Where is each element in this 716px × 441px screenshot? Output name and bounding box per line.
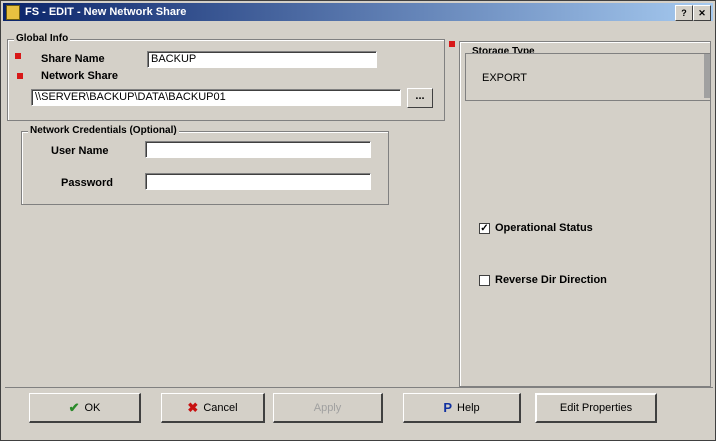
ok-label: OK	[84, 401, 101, 414]
cancel-button[interactable]: ✖ Cancel	[161, 393, 265, 423]
operational-status-checkbox[interactable]: ✓	[479, 223, 490, 234]
reverse-direction-checkbox[interactable]	[479, 275, 490, 286]
scrollbar[interactable]	[704, 54, 710, 98]
help-button[interactable]: P Help	[403, 393, 521, 423]
global-info-title: Global Info	[14, 33, 71, 44]
browse-button[interactable]: ...	[407, 88, 433, 108]
title-bar[interactable]: FS - EDIT - New Network Share ? ✕	[3, 3, 713, 21]
app-icon	[6, 5, 20, 20]
share-name-input[interactable]: BACKUP	[147, 51, 377, 68]
operational-status-label: Operational Status	[495, 222, 593, 234]
cancel-label: Cancel	[203, 401, 238, 414]
window-title: FS - EDIT - New Network Share	[25, 6, 187, 18]
storage-type-item[interactable]: EXPORT	[482, 72, 527, 84]
password-label: Password	[61, 177, 113, 189]
properties-button[interactable]: Edit Properties	[535, 393, 657, 423]
cancel-icon: ✖	[187, 399, 199, 415]
help-title-button[interactable]: ?	[675, 5, 693, 21]
required-marker	[15, 53, 21, 59]
reverse-direction-label: Reverse Dir Direction	[495, 274, 607, 286]
storage-type-list[interactable]: EXPORT	[465, 53, 711, 101]
network-share-label: Network Share	[41, 70, 119, 82]
password-input[interactable]	[145, 173, 371, 190]
apply-label: Apply	[313, 401, 342, 414]
network-share-input[interactable]: \\SERVER\BACKUP\DATA\BACKUP01	[31, 89, 401, 106]
ok-button[interactable]: ✔ OK	[29, 393, 141, 423]
share-name-label: Share Name	[41, 53, 105, 65]
help-label: Help	[457, 401, 480, 414]
username-label: User Name	[51, 145, 109, 157]
properties-label: Edit Properties	[559, 402, 633, 414]
apply-button[interactable]: Apply	[273, 393, 383, 423]
check-icon: ✔	[68, 399, 80, 415]
required-marker	[17, 73, 23, 79]
credentials-title: Network Credentials (Optional)	[28, 125, 179, 136]
close-button[interactable]: ✕	[693, 5, 711, 21]
dialog-window: FS - EDIT - New Network Share ? ✕ Global…	[0, 0, 716, 441]
required-marker	[449, 41, 455, 47]
help-icon: P	[443, 400, 453, 415]
username-input[interactable]	[145, 141, 371, 158]
